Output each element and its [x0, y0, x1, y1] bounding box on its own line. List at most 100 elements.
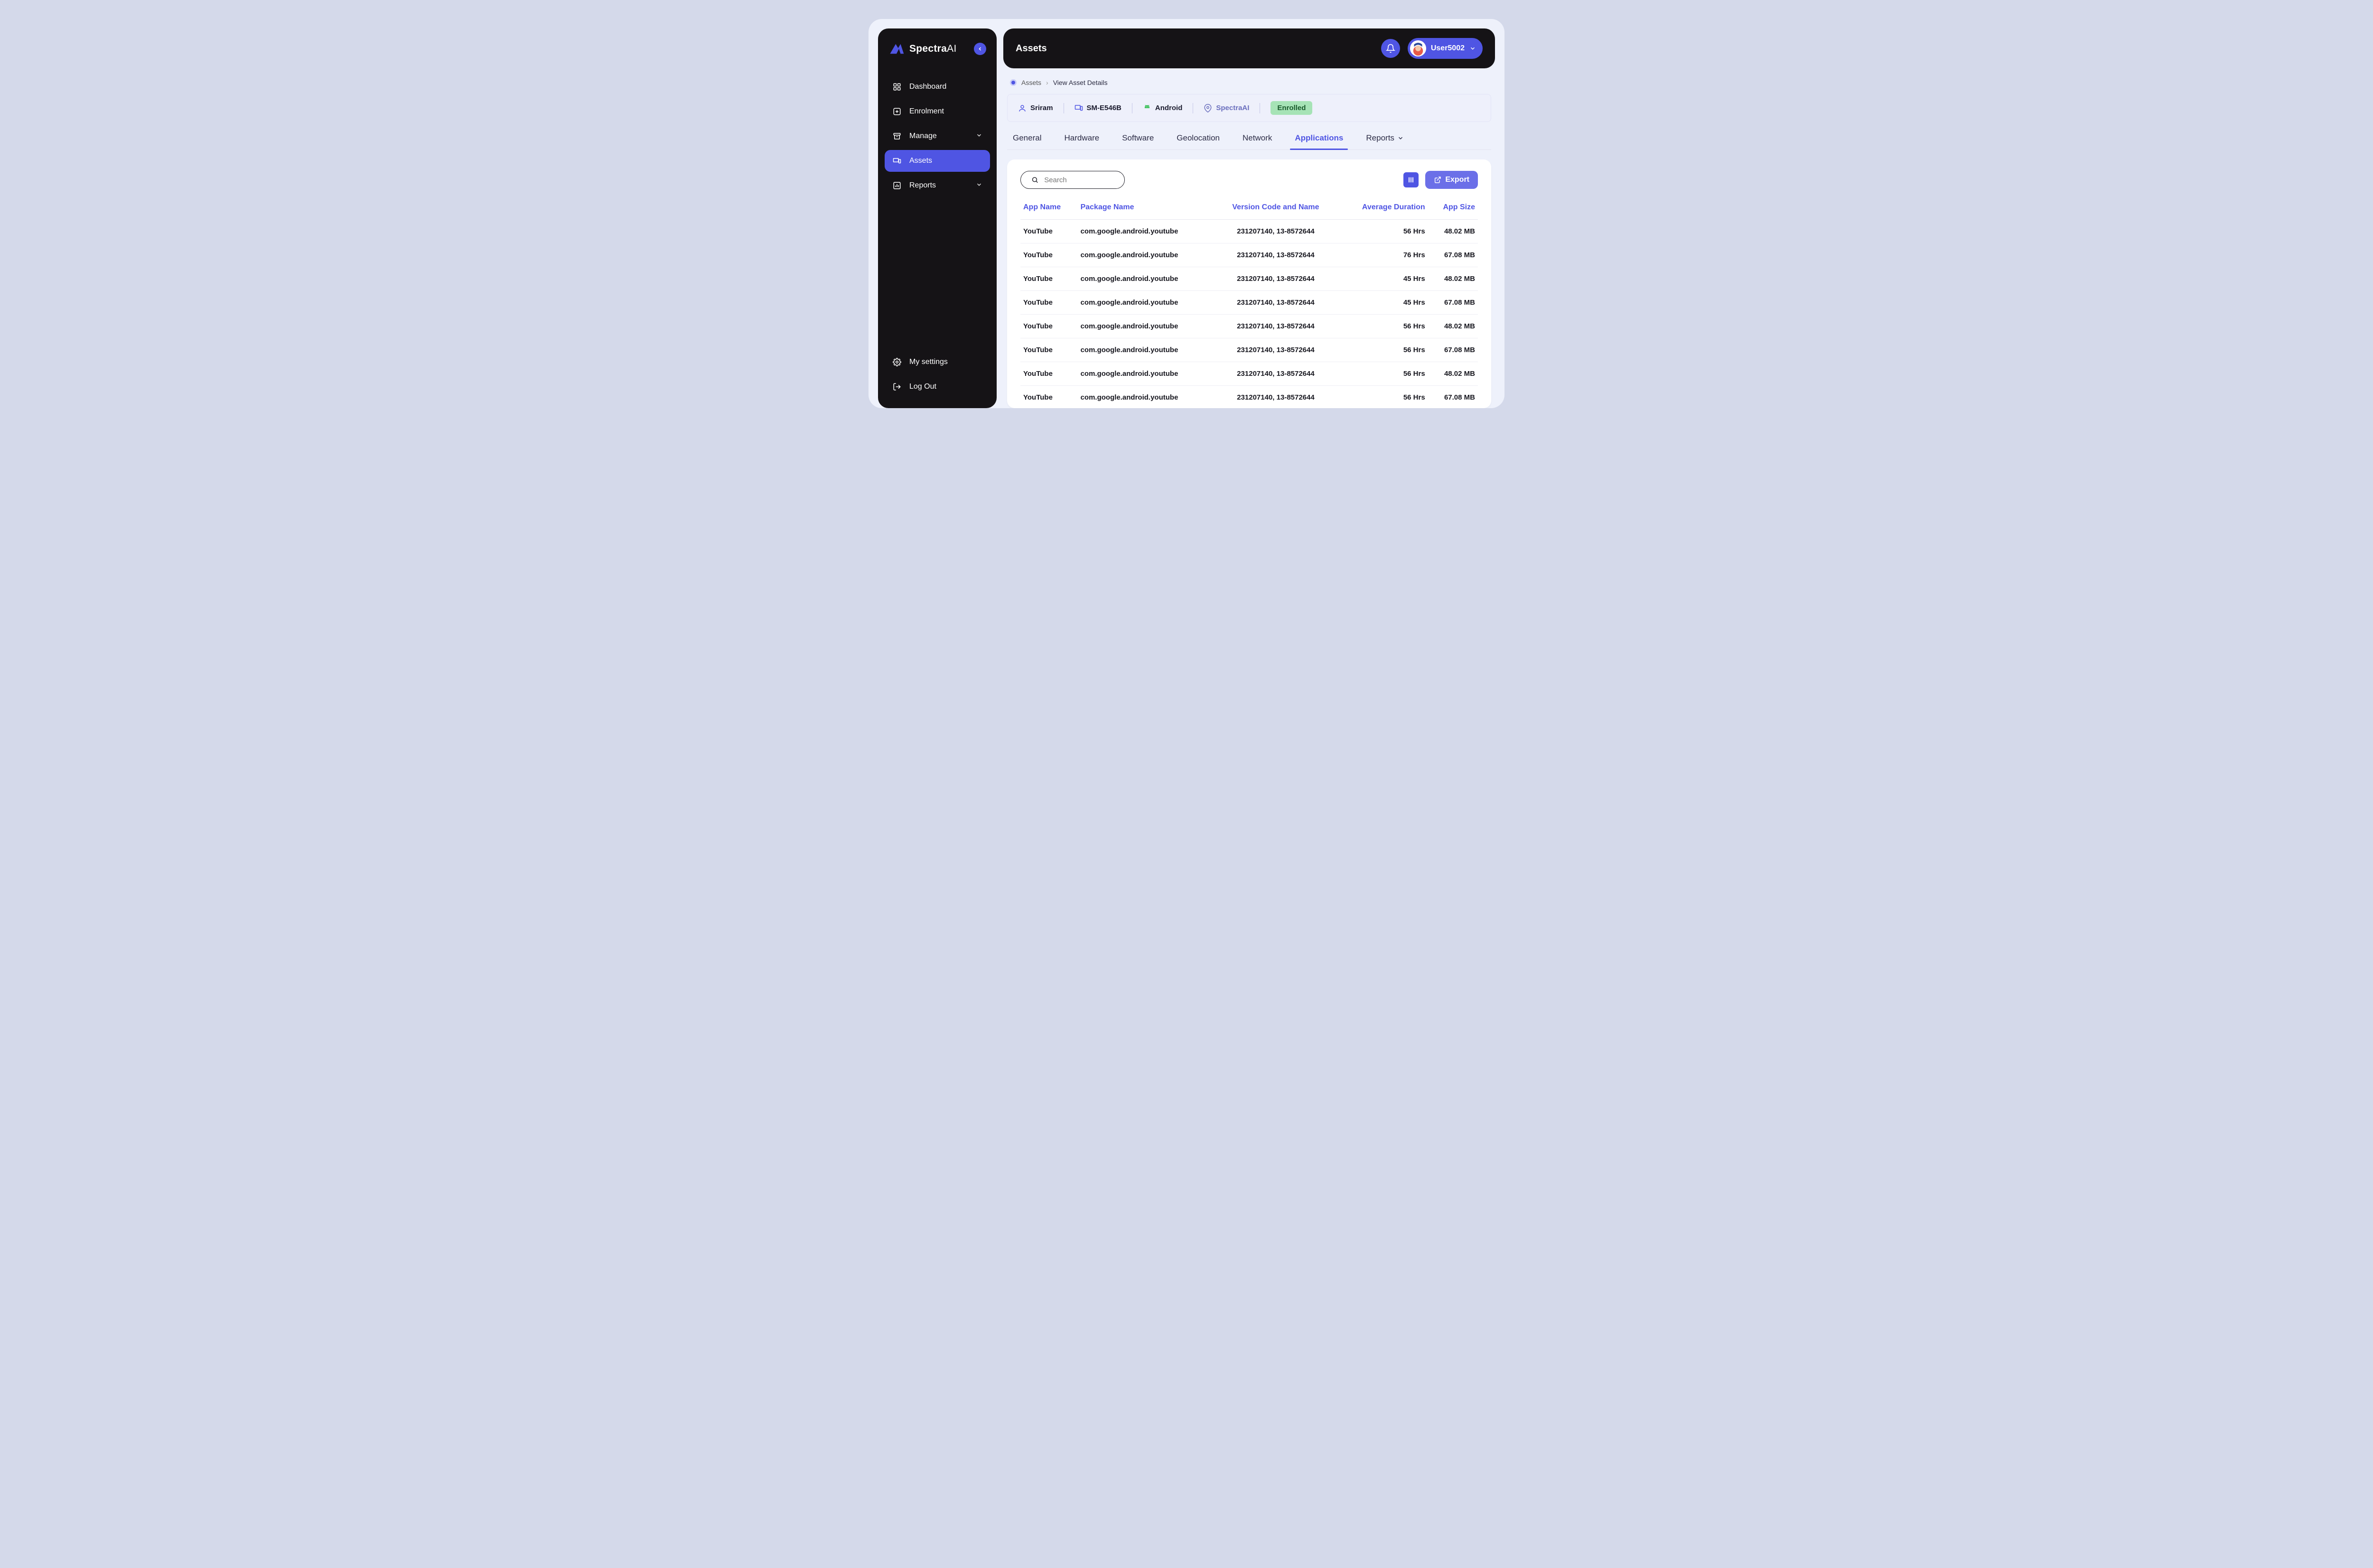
sidebar-item-dashboard[interactable]: Dashboard	[885, 76, 990, 98]
applications-panel: Export App Name Package Name Version Cod…	[1007, 159, 1491, 408]
col-size[interactable]: App Size	[1428, 197, 1478, 220]
archive-icon	[892, 131, 902, 141]
sidebar-item-label: Assets	[909, 157, 932, 165]
gear-icon	[892, 357, 902, 367]
cell-ver: 231207140, 13-8572644	[1215, 243, 1337, 267]
sidebar-item-assets[interactable]: Assets	[885, 150, 990, 172]
chevron-down-icon	[1469, 45, 1476, 52]
sidebar-item-manage[interactable]: Manage	[885, 125, 990, 147]
cell-app: YouTube	[1020, 362, 1078, 386]
breadcrumb: Assets › View Asset Details	[1007, 79, 1491, 86]
sidebar-item-label: Enrolment	[909, 107, 944, 116]
table-row[interactable]: YouTubecom.google.android.youtube2312071…	[1020, 243, 1478, 267]
cell-dur: 56 Hrs	[1337, 386, 1428, 409]
table-row[interactable]: YouTubecom.google.android.youtube2312071…	[1020, 362, 1478, 386]
table-row[interactable]: YouTubecom.google.android.youtube2312071…	[1020, 291, 1478, 315]
cell-pkg: com.google.android.youtube	[1078, 220, 1215, 243]
tab-general[interactable]: General	[1011, 128, 1043, 149]
search-icon	[1031, 176, 1038, 184]
cell-dur: 56 Hrs	[1337, 362, 1428, 386]
user-name: User5002	[1431, 44, 1465, 53]
sidebar-item-label: Reports	[909, 181, 936, 190]
cell-dur: 56 Hrs	[1337, 220, 1428, 243]
cell-app: YouTube	[1020, 243, 1078, 267]
cell-ver: 231207140, 13-8572644	[1215, 338, 1337, 362]
cell-size: 48.02 MB	[1428, 220, 1478, 243]
cell-ver: 231207140, 13-8572644	[1215, 362, 1337, 386]
tab-applications[interactable]: Applications	[1293, 128, 1345, 149]
breadcrumb-dot-icon	[1010, 79, 1017, 86]
cell-pkg: com.google.android.youtube	[1078, 291, 1215, 315]
notifications-button[interactable]	[1381, 39, 1400, 58]
search-box[interactable]	[1020, 171, 1125, 189]
col-app-name[interactable]: App Name	[1020, 197, 1078, 220]
breadcrumb-separator: ›	[1046, 79, 1048, 86]
cell-dur: 56 Hrs	[1337, 338, 1428, 362]
cell-app: YouTube	[1020, 291, 1078, 315]
sidebar-item-label: Log Out	[909, 383, 936, 391]
sidebar-item-logout[interactable]: Log Out	[885, 376, 990, 398]
chevron-down-icon	[976, 132, 982, 141]
tab-geolocation[interactable]: Geolocation	[1175, 128, 1222, 149]
grid-icon	[892, 82, 902, 92]
columns-toggle-button[interactable]	[1403, 172, 1419, 187]
cell-dur: 45 Hrs	[1337, 291, 1428, 315]
tabs: General Hardware Software Geolocation Ne…	[1007, 128, 1491, 150]
cell-size: 48.02 MB	[1428, 362, 1478, 386]
cell-ver: 231207140, 13-8572644	[1215, 315, 1337, 338]
brand-logo-icon	[888, 41, 905, 57]
col-duration[interactable]: Average Duration	[1337, 197, 1428, 220]
cell-pkg: com.google.android.youtube	[1078, 267, 1215, 291]
tab-reports[interactable]: Reports	[1364, 128, 1406, 149]
sidebar-item-reports[interactable]: Reports	[885, 175, 990, 196]
user-icon	[1018, 104, 1027, 112]
sidebar-item-label: Dashboard	[909, 83, 946, 91]
cell-dur: 76 Hrs	[1337, 243, 1428, 267]
user-menu[interactable]: User5002	[1408, 38, 1483, 59]
meta-owner: Sriram	[1018, 104, 1053, 112]
table-row[interactable]: YouTubecom.google.android.youtube2312071…	[1020, 338, 1478, 362]
status-badge: Enrolled	[1271, 101, 1312, 115]
cell-app: YouTube	[1020, 267, 1078, 291]
cell-dur: 56 Hrs	[1337, 315, 1428, 338]
cell-pkg: com.google.android.youtube	[1078, 362, 1215, 386]
tab-network[interactable]: Network	[1241, 128, 1274, 149]
cell-size: 67.08 MB	[1428, 291, 1478, 315]
cell-pkg: com.google.android.youtube	[1078, 338, 1215, 362]
page-title: Assets	[1016, 43, 1047, 54]
cell-app: YouTube	[1020, 315, 1078, 338]
sidebar-item-label: Manage	[909, 132, 937, 140]
table-row[interactable]: YouTubecom.google.android.youtube2312071…	[1020, 220, 1478, 243]
cell-ver: 231207140, 13-8572644	[1215, 291, 1337, 315]
breadcrumb-root[interactable]: Assets	[1021, 79, 1041, 86]
meta-org: SpectraAI	[1204, 104, 1249, 112]
android-icon	[1143, 104, 1151, 112]
table-row[interactable]: YouTubecom.google.android.youtube2312071…	[1020, 267, 1478, 291]
tab-hardware[interactable]: Hardware	[1062, 128, 1101, 149]
sidebar-collapse-button[interactable]	[974, 43, 986, 55]
cell-app: YouTube	[1020, 338, 1078, 362]
col-package-name[interactable]: Package Name	[1078, 197, 1215, 220]
cell-app: YouTube	[1020, 220, 1078, 243]
cell-dur: 45 Hrs	[1337, 267, 1428, 291]
search-input[interactable]	[1044, 176, 1114, 184]
table-row[interactable]: YouTubecom.google.android.youtube2312071…	[1020, 386, 1478, 409]
cell-pkg: com.google.android.youtube	[1078, 315, 1215, 338]
avatar	[1410, 40, 1426, 56]
tab-software[interactable]: Software	[1120, 128, 1156, 149]
cell-pkg: com.google.android.youtube	[1078, 243, 1215, 267]
cell-ver: 231207140, 13-8572644	[1215, 220, 1337, 243]
meta-os: Android	[1143, 104, 1183, 112]
sidebar-item-enrolment[interactable]: Enrolment	[885, 101, 990, 122]
device-icon	[1074, 104, 1083, 112]
sidebar-item-settings[interactable]: My settings	[885, 351, 990, 373]
main-nav: Dashboard Enrolment Manage Assets	[885, 76, 990, 196]
cell-size: 48.02 MB	[1428, 267, 1478, 291]
export-button[interactable]: Export	[1425, 171, 1478, 189]
col-version[interactable]: Version Code and Name	[1215, 197, 1337, 220]
breadcrumb-current: View Asset Details	[1053, 79, 1108, 86]
table-row[interactable]: YouTubecom.google.android.youtube2312071…	[1020, 315, 1478, 338]
brand: SpectraAI	[888, 41, 986, 57]
bell-icon	[1386, 44, 1395, 53]
meta-device: SM-E546B	[1074, 104, 1121, 112]
